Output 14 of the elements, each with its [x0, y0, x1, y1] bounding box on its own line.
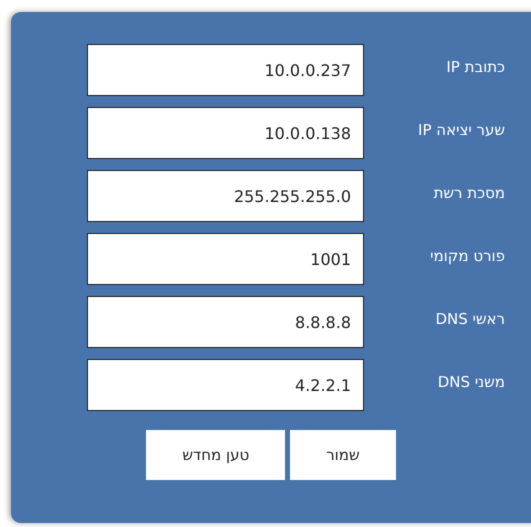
- field-label: כתובת IP: [445, 58, 505, 76]
- text-field[interactable]: 10.0.0.138: [87, 107, 364, 159]
- action-button[interactable]: טען מחדש: [146, 430, 286, 480]
- field-label: ראשי DNS: [434, 310, 505, 328]
- text-field[interactable]: 10.0.0.237: [87, 44, 364, 96]
- field-label: פורט מקומי: [429, 247, 505, 265]
- field-label: שער יציאה IP: [417, 121, 505, 139]
- action-button[interactable]: שמור: [290, 430, 396, 480]
- text-field[interactable]: 1001: [87, 233, 364, 285]
- text-field[interactable]: 4.2.2.1: [87, 359, 364, 411]
- text-field[interactable]: 8.8.8.8: [87, 296, 364, 348]
- text-field[interactable]: 255.255.255.0: [87, 170, 364, 222]
- field-label: משני DNS: [436, 373, 505, 391]
- field-label: מסכת רשת: [432, 184, 505, 202]
